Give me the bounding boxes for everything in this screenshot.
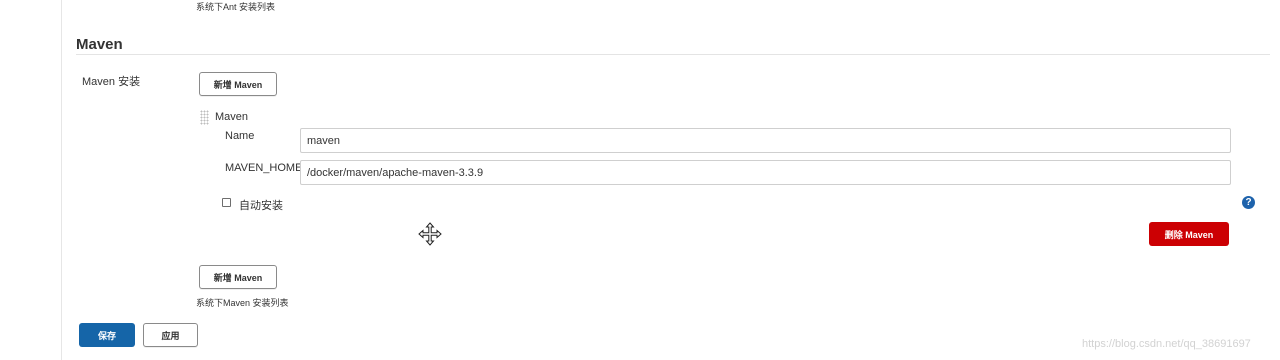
name-input[interactable] [300,128,1231,153]
drag-handle-icon[interactable] [200,110,209,125]
add-maven-button[interactable]: 新增 Maven [199,72,277,96]
left-rule [61,0,62,360]
move-cursor-icon [418,222,442,246]
add-maven-button-bottom[interactable]: 新增 Maven [199,265,277,289]
installation-title: Maven [215,111,249,123]
ant-installations-note: 系统下Ant 安装列表 [196,2,276,12]
maven-installations-note: 系统下Maven 安装列表 [196,298,289,308]
help-icon[interactable]: ? [1242,196,1255,209]
name-label: Name [225,130,255,142]
section-divider [76,54,1270,55]
auto-install-checkbox[interactable] [222,198,231,207]
delete-maven-button[interactable]: 删除 Maven [1149,222,1229,246]
apply-button[interactable]: 应用 [143,323,198,347]
watermark: https://blog.csdn.net/qq_38691697 [1082,338,1251,350]
auto-install-label: 自动安装 [239,200,283,212]
save-button[interactable]: 保存 [79,323,135,347]
maven-home-input[interactable] [300,160,1231,185]
maven-installations-label: Maven 安装 [82,76,141,88]
section-title: Maven [76,36,123,53]
maven-home-label: MAVEN_HOME [225,162,303,174]
